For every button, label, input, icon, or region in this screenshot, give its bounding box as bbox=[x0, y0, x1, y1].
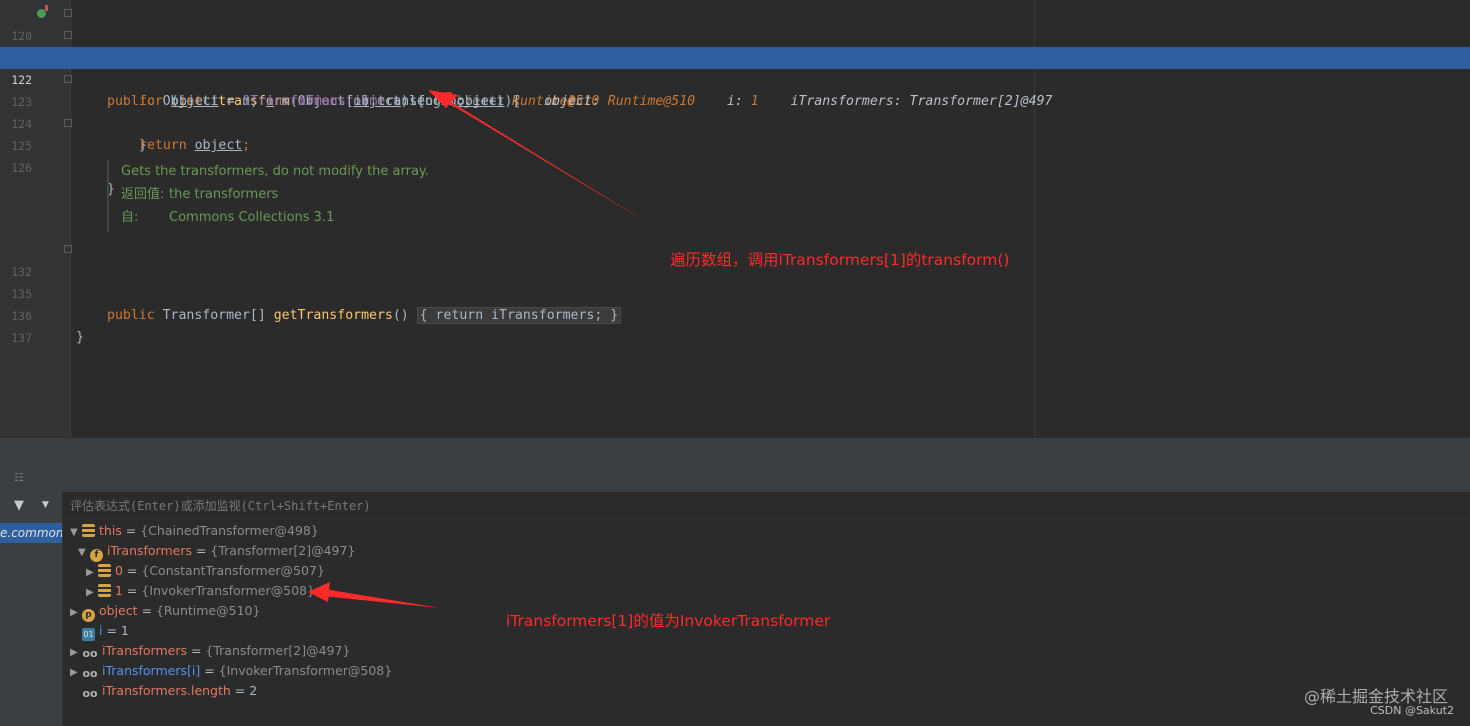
annotation-top-text: 遍历数组，调用iTransformers[1]的transform() bbox=[670, 251, 1010, 269]
csdn-watermark: CSDN @Sakut2 bbox=[1370, 704, 1454, 717]
arrow-shape bbox=[318, 588, 440, 608]
arrow-head bbox=[308, 582, 330, 602]
annotation-bottom-text: iTransformers[1]的值为InvokerTransformer bbox=[506, 612, 831, 630]
debugger-panel: ▼ ▼ 评估表达式(Enter)或添加监视(Ctrl+Shift+Enter) … bbox=[0, 492, 1470, 726]
layout-icon[interactable]: ☷ bbox=[14, 471, 24, 484]
annotation-arrow-top bbox=[428, 90, 656, 228]
panel-splitter[interactable] bbox=[0, 437, 1470, 466]
code-editor[interactable]: 120 public Object transform(Object objec… bbox=[0, 0, 1470, 437]
debug-panel-header: ☷ bbox=[0, 465, 1470, 493]
arrow-shape bbox=[432, 92, 656, 228]
